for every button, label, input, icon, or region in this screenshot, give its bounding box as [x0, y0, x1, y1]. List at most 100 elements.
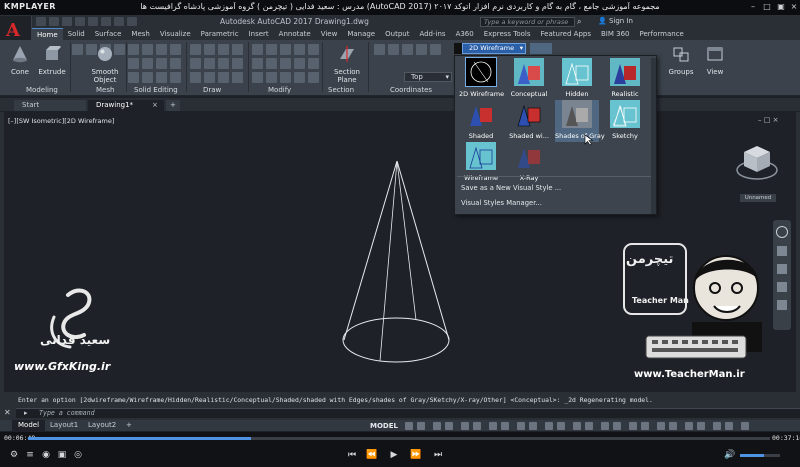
minimize-icon[interactable]: –: [748, 2, 758, 13]
plot-icon[interactable]: [88, 17, 98, 26]
tab-add-ins[interactable]: Add-ins: [414, 28, 450, 40]
tab-output[interactable]: Output: [380, 28, 414, 40]
tool-icon[interactable]: [204, 72, 215, 83]
close-icon[interactable]: ×: [789, 2, 799, 13]
tool-icon[interactable]: [72, 44, 83, 55]
tool-icon[interactable]: [156, 44, 167, 55]
visual-style-gallery-button[interactable]: [530, 43, 552, 54]
file-tab-start[interactable]: Start: [14, 100, 86, 111]
model-space-button[interactable]: MODEL: [370, 421, 398, 431]
tool-icon[interactable]: [308, 44, 319, 55]
orbit-icon[interactable]: [777, 282, 787, 292]
tool-icon[interactable]: [190, 72, 201, 83]
annotation-monitor-icon[interactable]: [641, 422, 649, 430]
visual-style-dropdown[interactable]: 2D Wireframe ▾: [462, 43, 526, 54]
dynamic-ucs-icon[interactable]: [517, 422, 525, 430]
tool-icon[interactable]: [232, 44, 243, 55]
forward-icon[interactable]: ⏩: [410, 449, 422, 461]
isolate-objects-icon[interactable]: [697, 422, 705, 430]
section-plane-tool[interactable]: Section Plane: [330, 43, 364, 84]
pan-icon[interactable]: [777, 246, 787, 256]
settings-icon[interactable]: ⚙: [8, 449, 20, 461]
visual-styles-manager-menu-item[interactable]: Visual Styles Manager...: [461, 199, 542, 207]
tool-icon[interactable]: [252, 44, 263, 55]
tab-annotate[interactable]: Annotate: [274, 28, 316, 40]
smooth-object-tool[interactable]: Smooth Object: [88, 43, 122, 84]
selection-filter-icon[interactable]: [529, 422, 537, 430]
vs-conceptual[interactable]: Conceptual: [507, 58, 551, 100]
panel-label-coordinates[interactable]: Coordinates: [390, 86, 432, 94]
panel-label-solid-editing[interactable]: Solid Editing: [134, 86, 178, 94]
prev-icon[interactable]: ⏮: [346, 449, 358, 461]
tab-manage[interactable]: Manage: [342, 28, 380, 40]
tool-icon[interactable]: [218, 58, 229, 69]
tool-icon[interactable]: [388, 44, 399, 55]
capture-icon[interactable]: ◉: [40, 449, 52, 461]
tool-icon[interactable]: [190, 58, 201, 69]
playlist-icon[interactable]: ≡: [24, 449, 36, 461]
workspace-switch-icon[interactable]: [629, 422, 637, 430]
tool-icon[interactable]: [266, 58, 277, 69]
snap-icon[interactable]: [417, 422, 425, 430]
tool-icon[interactable]: [218, 72, 229, 83]
search-icon[interactable]: ⌕: [577, 17, 587, 27]
viewport-window-controls[interactable]: – □ ×: [758, 116, 778, 124]
tool-icon[interactable]: [128, 72, 139, 83]
tab-a360[interactable]: A360: [451, 28, 479, 40]
next-icon[interactable]: ⏭: [432, 449, 444, 461]
clean-screen-icon[interactable]: [725, 422, 733, 430]
vs-sketchy[interactable]: Sketchy: [603, 100, 647, 142]
polar-icon[interactable]: [445, 422, 453, 430]
vs-hidden[interactable]: Hidden: [555, 58, 599, 100]
units-icon[interactable]: [657, 422, 665, 430]
cone-wireframe[interactable]: [330, 155, 455, 375]
lock-ui-icon[interactable]: [685, 422, 693, 430]
tool-icon[interactable]: [204, 58, 215, 69]
tool-icon[interactable]: [266, 72, 277, 83]
object-snap-icon[interactable]: [489, 422, 497, 430]
selection-cycling-icon[interactable]: [585, 422, 593, 430]
command-close-icon[interactable]: ✕: [4, 408, 11, 417]
object-snap-tracking-icon[interactable]: [473, 422, 481, 430]
save-visual-style-menu-item[interactable]: Save as a New Visual Style ...: [461, 184, 561, 192]
save-as-icon[interactable]: [75, 17, 85, 26]
tool-icon[interactable]: [190, 44, 201, 55]
volume-slider[interactable]: [740, 454, 780, 457]
tool-icon[interactable]: [266, 44, 277, 55]
tool-icon[interactable]: [294, 44, 305, 55]
vs-realistic[interactable]: Realistic: [603, 58, 647, 100]
tool-icon[interactable]: [156, 72, 167, 83]
panel-label-modify[interactable]: Modify: [268, 86, 291, 94]
tool-icon[interactable]: [308, 72, 319, 83]
tool-icon[interactable]: [280, 72, 291, 83]
tool-icon[interactable]: [294, 58, 305, 69]
layout-tab-add[interactable]: +: [120, 420, 138, 431]
annotation-visibility-icon[interactable]: [613, 422, 621, 430]
seek-bar[interactable]: [28, 437, 770, 440]
grid-icon[interactable]: [405, 422, 413, 430]
maximize-icon[interactable]: □: [762, 2, 772, 13]
tool-icon[interactable]: [232, 58, 243, 69]
close-tab-icon[interactable]: ×: [152, 101, 158, 109]
panel-label-mesh[interactable]: Mesh: [96, 86, 114, 94]
sign-in-button[interactable]: 👤 Sign In: [598, 17, 633, 25]
workspace-icon[interactable]: [127, 17, 137, 26]
fullscreen-icon[interactable]: ▣: [776, 2, 786, 13]
tab-surface[interactable]: Surface: [90, 28, 127, 40]
tool-icon[interactable]: [252, 72, 263, 83]
tool-icon[interactable]: [142, 58, 153, 69]
annotation-scale-icon[interactable]: [601, 422, 609, 430]
vs-wireframe[interactable]: Wireframe: [459, 142, 503, 184]
ortho-icon[interactable]: [433, 422, 441, 430]
tool-icon[interactable]: [402, 44, 413, 55]
volume-icon[interactable]: 🔊: [724, 449, 736, 461]
tab-featured-apps[interactable]: Featured Apps: [536, 28, 596, 40]
tool-icon[interactable]: [232, 72, 243, 83]
tool-icon[interactable]: [280, 44, 291, 55]
tool-icon[interactable]: [170, 58, 181, 69]
steering-wheel-icon[interactable]: [776, 226, 788, 238]
gallery-scrollbar[interactable]: [651, 58, 656, 214]
layout-tab-model[interactable]: Model: [12, 420, 46, 431]
groups-tool[interactable]: Groups: [664, 43, 698, 76]
tab-view[interactable]: View: [316, 28, 343, 40]
